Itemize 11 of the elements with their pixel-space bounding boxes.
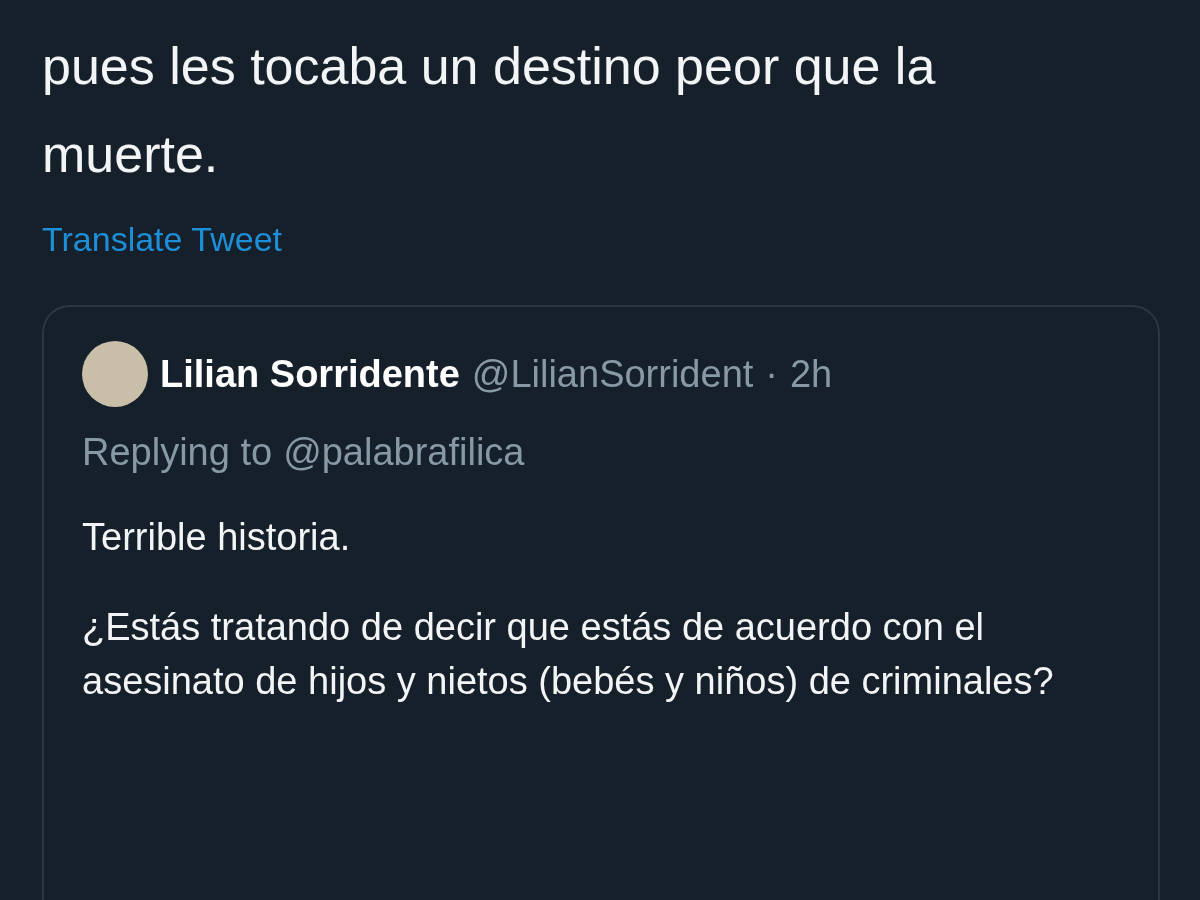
- translate-link[interactable]: Translate Tweet: [42, 220, 282, 259]
- tweet-time: 2h: [790, 352, 833, 396]
- quoted-tweet-card[interactable]: Lilian Sorridente @LilianSorrident · 2h Replying to @palabrafilica Terrible historia. ¿Estás tratando de decir que estás de acuerdo con el asesinato de hijos y nietos (bebés y niños) de criminales?: [42, 305, 1160, 900]
- author-name[interactable]: Lilian Sorridente: [160, 352, 460, 396]
- quoted-text: Terrible historia.: [82, 515, 352, 560]
- replying-label: Replying to: [82, 431, 273, 474]
- separator-dot: ·: [765, 352, 778, 396]
- author-handle: @LilianSorrident: [471, 352, 754, 396]
- tweet-text: pues les tocaba un destino peor que la muerte.: [42, 36, 937, 185]
- quoted-text: ¿Estás tratando de decir que estás de acuerdo con el asesinato de hijos y nietos (bebés y niños) de criminales?: [82, 605, 1055, 704]
- replying-handle[interactable]: @palabrafilica: [283, 431, 525, 474]
